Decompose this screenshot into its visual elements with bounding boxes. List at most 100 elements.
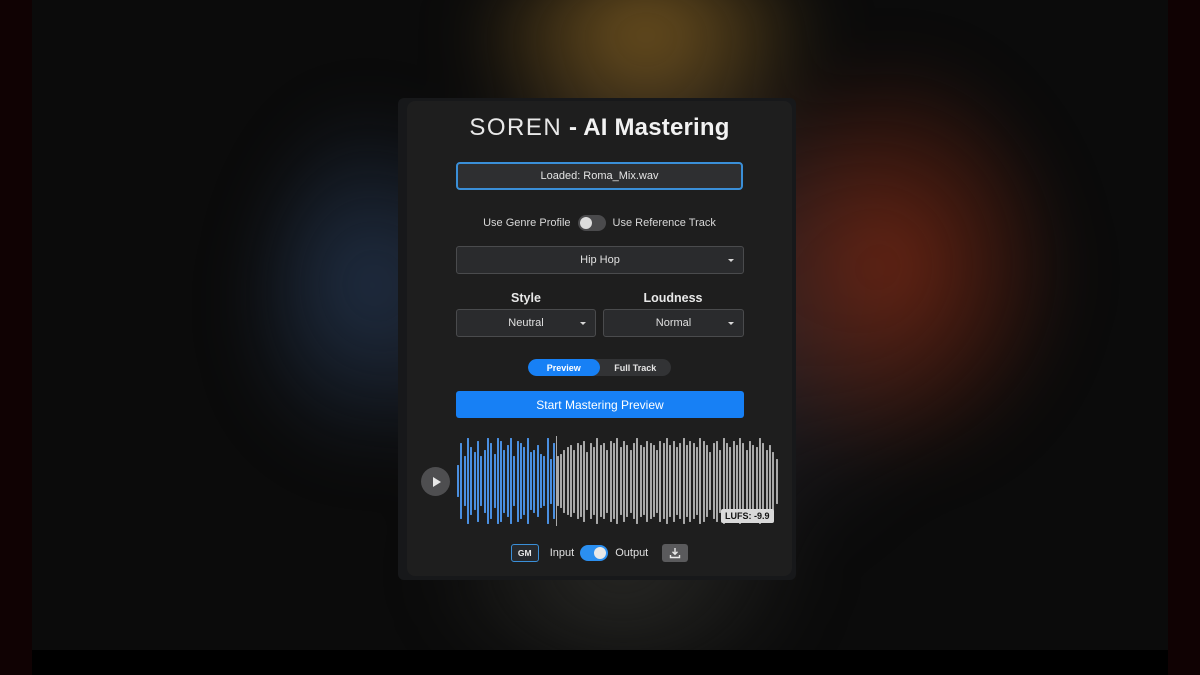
waveform-bar	[752, 445, 755, 517]
start-mastering-button[interactable]: Start Mastering Preview	[456, 391, 744, 418]
waveform-bar	[496, 438, 499, 524]
waveform-bar	[639, 445, 642, 517]
waveform-bar	[769, 445, 772, 517]
waveform-bar	[543, 456, 546, 506]
output-controls-row: GM Input Output	[407, 543, 792, 563]
waveform-bar	[583, 440, 586, 522]
waveform-bar	[672, 440, 675, 522]
lufs-badge: LUFS: -9.9	[721, 509, 774, 523]
bottom-bar	[32, 650, 1168, 675]
waveform-bar	[593, 447, 596, 515]
waveform-bar	[745, 449, 748, 513]
chevron-down-icon	[580, 322, 586, 325]
waveform-bar	[719, 449, 722, 513]
waveform-bar	[652, 445, 655, 517]
waveform-bar	[586, 451, 589, 511]
waveform-bar	[549, 458, 552, 504]
waveform-bar	[755, 447, 758, 515]
waveform-bar	[626, 445, 629, 517]
waveform-bar	[715, 440, 718, 522]
waveform-bar	[729, 447, 732, 515]
download-icon	[670, 548, 681, 559]
genre-selected-value: Hip Hop	[580, 254, 620, 266]
mastering-panel: SOREN - AI Mastering Loaded: Roma_Mix.wa…	[407, 101, 792, 576]
waveform-bar	[689, 440, 692, 522]
waveform-bar	[669, 445, 672, 517]
loudness-selected-value: Normal	[655, 317, 692, 329]
waveform-bar	[530, 451, 533, 511]
waveform-bar	[563, 449, 566, 513]
waveform-bar	[622, 440, 625, 522]
waveform-bar	[613, 442, 616, 520]
waveform-bar	[539, 454, 542, 508]
loudness-label: Loudness	[643, 291, 703, 305]
waveform-bar	[556, 456, 559, 506]
waveform-bar	[702, 440, 705, 522]
chevron-down-icon	[728, 259, 734, 262]
waveform-bar	[762, 442, 765, 520]
chevron-down-icon	[728, 322, 734, 325]
waveform-bar	[589, 442, 592, 520]
waveform-bar	[573, 449, 576, 513]
waveform-bar	[742, 442, 745, 520]
waveform-bar	[483, 449, 486, 513]
waveform-bar	[616, 438, 619, 524]
waveform-bar	[682, 438, 685, 524]
waveform-bar	[463, 456, 466, 506]
input-output-toggle[interactable]	[580, 545, 609, 561]
waveform-bar	[712, 442, 715, 520]
waveform-bar	[559, 454, 562, 508]
waveform-bar	[486, 438, 489, 524]
waveform-bar	[659, 440, 662, 522]
waveform-bar	[520, 442, 523, 520]
waveform-bar	[686, 445, 689, 517]
reference-track-label: Use Reference Track	[612, 217, 716, 229]
play-button[interactable]	[421, 467, 450, 496]
genre-select[interactable]: Hip Hop	[456, 246, 744, 274]
waveform-bar	[606, 449, 609, 513]
waveform-bar	[772, 451, 775, 511]
waveform-bar	[579, 445, 582, 517]
genre-profile-label: Use Genre Profile	[483, 217, 571, 229]
waveform-bar	[775, 458, 778, 504]
waveform-bar	[765, 449, 768, 513]
playhead[interactable]	[555, 436, 557, 526]
waveform-bar	[735, 445, 738, 517]
waveform-bar	[536, 445, 539, 517]
waveform-bar	[656, 449, 659, 513]
waveform-bar	[466, 438, 469, 524]
waveform-bar	[569, 445, 572, 517]
waveform-bar	[460, 442, 463, 520]
waveform-bar	[546, 438, 549, 524]
play-icon	[432, 476, 441, 487]
waveform-bar	[516, 440, 519, 522]
gm-button[interactable]: GM	[510, 544, 539, 562]
waveform-bar	[523, 447, 526, 515]
waveform-bar	[629, 449, 632, 513]
style-select[interactable]: Neutral	[456, 309, 596, 337]
waveform-bar	[513, 456, 516, 506]
mode-toggle-switch[interactable]	[577, 215, 606, 231]
input-label: Input	[549, 547, 575, 559]
loudness-select[interactable]: Normal	[603, 309, 744, 337]
waveform-bar	[566, 447, 569, 515]
waveform-bar	[596, 438, 599, 524]
waveform-bar	[576, 442, 579, 520]
waveform-bar	[632, 442, 635, 520]
waveform-bar	[692, 442, 695, 520]
waveform-bar	[470, 447, 473, 515]
waveform-bar	[642, 447, 645, 515]
download-button[interactable]	[662, 544, 689, 562]
waveform-bar	[705, 445, 708, 517]
tab-full-track[interactable]: Full Track	[600, 359, 672, 376]
waveform-bar	[699, 438, 702, 524]
waveform-bar	[526, 438, 529, 524]
waveform-bar	[709, 451, 712, 511]
file-upload-box[interactable]: Loaded: Roma_Mix.wav	[456, 162, 743, 190]
waveform-bar	[666, 438, 669, 524]
waveform-bar	[609, 440, 612, 522]
waveform-bar	[676, 447, 679, 515]
waveform-bar	[662, 442, 665, 520]
waveform-bar	[493, 454, 496, 508]
tab-preview[interactable]: Preview	[528, 359, 600, 376]
